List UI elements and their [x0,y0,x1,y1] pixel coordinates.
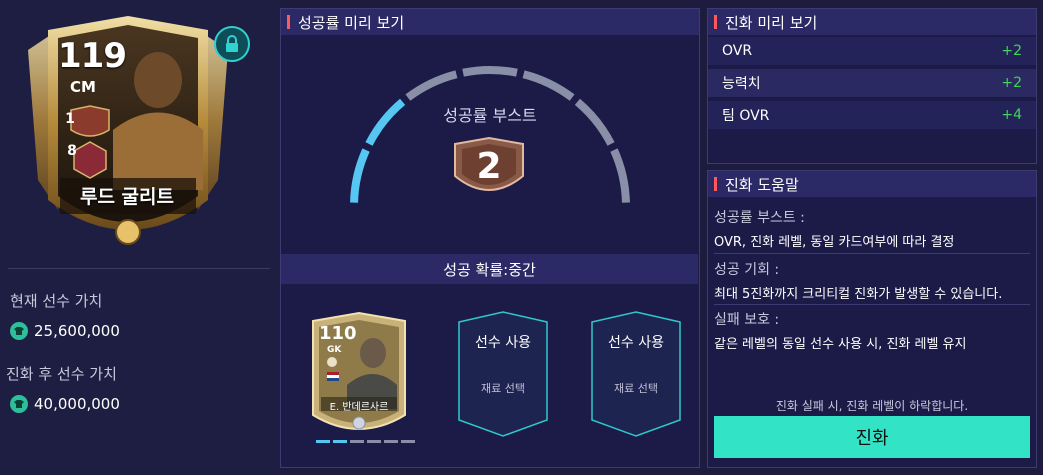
coin-icon [10,322,28,340]
player-ovr: 119 [58,36,127,76]
panel-title: 진화 도움말 [725,175,799,194]
boost-value: 2 [476,146,502,187]
slot-title: 선수 사용 [475,335,531,351]
slot-subtitle: 재료 선택 [481,382,525,395]
player-card-art [28,16,228,245]
evolution-pip [401,440,415,443]
help-item-desc: 최대 5진화까지 크리티컬 진화가 발생할 수 있습니다. [714,287,1003,302]
player-name: 루드 굴리트 [79,186,174,208]
divider [714,253,1030,254]
panel-header: 진화 미리 보기 [708,9,1036,35]
lock-icon [226,35,238,52]
evo-row-label: OVR [722,43,753,59]
current-value-amount: 25,600,000 [34,322,120,340]
panel-header: 진화 도움말 [708,171,1036,197]
after-value-amount: 40,000,000 [34,395,120,413]
success-chance-bar: 성공 확률:중간 [281,254,698,284]
rank-badge: 1 [65,111,75,127]
divider [714,304,1030,305]
material-ovr: 110 [319,323,357,344]
coin-icon [10,395,28,413]
boost-badge: 2 [452,136,526,204]
player-position: CM [70,78,96,96]
gauge-segment [350,148,370,203]
level-badge: 8 [67,143,77,159]
boost-label: 성공률 부스트 [443,106,537,125]
help-item-title: 성공 기회 : [714,262,780,278]
netherlands-flag-icon [327,372,339,381]
divider [8,268,270,269]
success-chance-text: 성공 확률:중간 [443,260,536,279]
evo-row-label: 팀 OVR [722,108,770,124]
after-value: 40,000,000 [10,395,120,413]
title-accent [714,15,717,29]
evolution-pip [384,440,398,443]
club-crest-icon [327,357,337,367]
evo-row: 능력치 +2 [708,69,1036,97]
current-value-label: 현재 선수 가치 [10,292,103,310]
evo-row: OVR +2 [708,37,1036,65]
help-item: 실패 보호 : 같은 레벨의 동일 선수 사용 시, 진화 레벨 유지 [714,309,1030,352]
lock-button[interactable] [214,26,250,62]
material-card[interactable]: 110 GK E. 반데르사르 [307,311,411,435]
gauge-segment [610,148,630,203]
help-item-title: 성공률 부스트 : [714,210,805,226]
evo-row-label: 능력치 [722,76,761,92]
gauge-segment [405,70,458,101]
evolution-pip [350,440,364,443]
title-accent [714,177,717,191]
title-accent [287,15,290,29]
help-item: 성공 기회 : 최대 5진화까지 크리티컬 진화가 발생할 수 있습니다. [714,259,1030,302]
panel-title: 진화 미리 보기 [725,13,818,32]
gauge-segment [462,66,518,77]
help-item-title: 실패 보호 : [714,312,780,328]
player-card[interactable] [18,10,238,265]
evo-row-value: +4 [1001,107,1022,123]
gauge-segment [522,70,575,101]
evolution-pip [333,440,347,443]
material-slot-2[interactable]: 선수 사용 재료 선택 [582,310,690,438]
slot-subtitle: 재료 선택 [614,382,658,395]
evolution-pip [316,440,330,443]
slot-title: 선수 사용 [608,335,664,351]
material-slot-1[interactable]: 선수 사용 재료 선택 [449,310,557,438]
help-item-desc: 같은 레벨의 동일 선수 사용 시, 진화 레벨 유지 [714,337,967,352]
current-value: 25,600,000 [10,322,120,340]
panel-title: 성공률 미리 보기 [298,13,405,32]
evo-row: 팀 OVR +4 [708,101,1036,129]
after-value-label: 진화 후 선수 가치 [6,365,117,383]
evo-row-value: +2 [1001,75,1022,91]
evolution-pip [367,440,381,443]
material-name: E. 반데르사르 [329,402,389,413]
evo-row-value: +2 [1001,43,1022,59]
help-item-desc: OVR, 진화 레벨, 동일 카드여부에 따라 결정 [714,235,955,250]
evo-preview-panel: 진화 미리 보기 OVR +2 능력치 +2 팀 OVR +4 [707,8,1037,164]
fail-warning-text: 진화 실패 시, 진화 레벨이 하락합니다. [775,399,969,413]
evolve-button[interactable]: 진화 [714,416,1030,458]
panel-header: 성공률 미리 보기 [281,9,699,35]
help-item: 성공률 부스트 : OVR, 진화 레벨, 동일 카드여부에 따라 결정 [714,207,1030,250]
evolution-pips [316,440,415,443]
material-position: GK [327,345,342,355]
